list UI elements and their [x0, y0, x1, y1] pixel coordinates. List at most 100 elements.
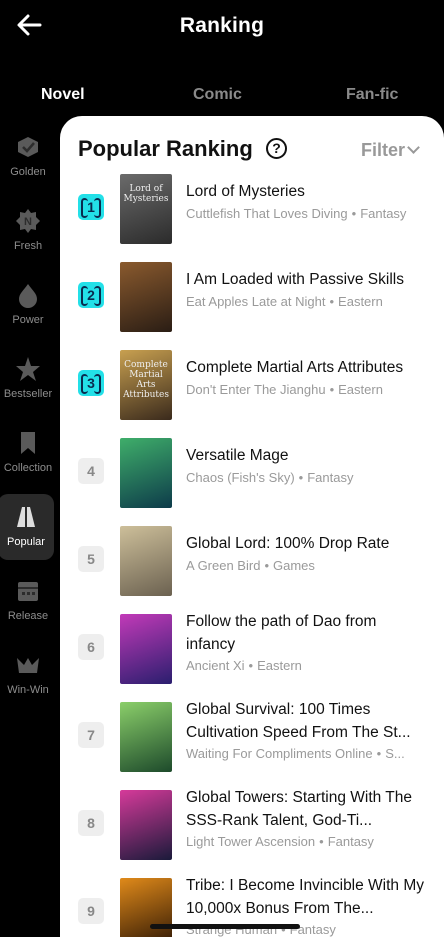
sidebar-item-release[interactable]: Release — [0, 568, 56, 634]
golden-icon — [18, 137, 38, 157]
rank-badge: 5 — [78, 546, 104, 572]
chevron-down-icon — [407, 141, 420, 154]
book-author: Cuttlefish That Loves Diving — [186, 206, 348, 221]
book-title[interactable]: Versatile Mage — [186, 444, 426, 467]
category-tabs: Novel Comic Fan-fic — [0, 86, 444, 108]
separator-dot: • — [248, 658, 254, 673]
ranking-panel: Popular Ranking ? Filter 1 Lord of Myster… — [60, 116, 444, 937]
book-author: Waiting For Compliments Online — [186, 746, 373, 761]
sidebar-item-fresh[interactable]: N Fresh — [0, 198, 56, 264]
sidebar-item-label: Bestseller — [3, 388, 53, 400]
sidebar-item-golden[interactable]: Golden — [0, 124, 56, 190]
book-cover[interactable]: Lord of Mysteries — [120, 174, 172, 244]
book-genre: Fantasy — [360, 206, 407, 221]
ranking-title: Popular Ranking — [78, 136, 253, 161]
book-meta: Waiting For Compliments Online • S... — [186, 746, 426, 761]
book-title[interactable]: Lord of Mysteries — [186, 180, 426, 203]
book-row[interactable]: 3 Complete Martial Arts Attributes Complet… — [60, 350, 444, 438]
book-title[interactable]: I Am Loaded with Passive Skills — [186, 268, 426, 291]
book-meta: Chaos (Fish's Sky) • Fantasy — [186, 470, 426, 485]
tab-fan-fic[interactable]: Fan-fic — [346, 86, 398, 104]
book-title[interactable]: Global Towers: Starting With The SSS-Ran… — [186, 786, 426, 832]
separator-dot: • — [264, 558, 269, 573]
separator-dot: • — [376, 746, 382, 761]
separator-dot: • — [319, 834, 324, 849]
book-cover[interactable]: Complete Martial Arts Attributes — [120, 350, 172, 420]
sidebar-item-win-win[interactable]: Win-Win — [0, 642, 56, 708]
book-genre: Eastern — [338, 382, 383, 397]
book-author: A Green Bird — [186, 558, 261, 573]
collection-icon — [21, 432, 35, 454]
rank-badge: 4 — [78, 458, 104, 484]
book-genre: Games — [273, 558, 315, 573]
book-title[interactable]: Global Lord: 100% Drop Rate — [186, 532, 426, 555]
book-author: Light Tower Ascension — [186, 834, 316, 849]
page-title: Ranking — [179, 14, 265, 37]
svg-text:N: N — [24, 216, 32, 228]
separator-dot: • — [298, 470, 304, 485]
book-cover[interactable] — [120, 790, 172, 860]
book-author: Don't Enter The Jianghu — [186, 382, 326, 397]
book-title[interactable]: Follow the path of Dao from infancy — [186, 610, 426, 656]
sidebar-item-label: Power — [12, 314, 44, 326]
book-meta: Ancient Xi • Eastern — [186, 658, 426, 673]
book-row[interactable]: 5 Global Lord: 100% Drop Rate A Green Bird… — [60, 526, 444, 614]
book-author: Chaos (Fish's Sky) — [186, 470, 295, 485]
book-title[interactable]: Complete Martial Arts Attributes — [186, 356, 426, 379]
bestseller-icon — [16, 357, 40, 381]
book-author: Ancient Xi — [186, 658, 245, 673]
sidebar-item-label: Golden — [10, 166, 46, 178]
separator-dot: • — [329, 294, 335, 309]
book-genre: Eastern — [257, 658, 302, 673]
sidebar-item-collection[interactable]: Collection — [0, 420, 56, 486]
sidebar-item-label: Win-Win — [7, 684, 49, 696]
book-genre: Fantasy — [307, 470, 354, 485]
book-row[interactable]: 1 Lord of Mysteries Lord of Mysteries Cuttl… — [60, 174, 444, 262]
release-icon — [18, 582, 38, 601]
filter-button[interactable]: Filter — [361, 140, 420, 161]
book-meta: Light Tower Ascension • Fantasy — [186, 834, 426, 849]
sidebar-item-power[interactable]: Power — [0, 272, 56, 338]
book-meta: Eat Apples Late at Night • Eastern — [186, 294, 426, 309]
sidebar-item-label: Fresh — [13, 240, 43, 252]
cover-title-art: Complete Martial Arts Attributes — [123, 360, 169, 400]
rank-badge-top: 3 — [78, 370, 104, 396]
sidebar-item-label: Collection — [3, 462, 53, 474]
book-title[interactable]: Tribe: I Become Invincible With My 10,00… — [186, 874, 426, 920]
popular-icon — [17, 507, 35, 527]
rank-badge: 9 — [78, 898, 104, 924]
book-title[interactable]: Global Survival: 100 Times Cultivation S… — [186, 698, 426, 744]
rank-badge: 8 — [78, 810, 104, 836]
book-meta: A Green Bird • Games — [186, 558, 426, 573]
book-row[interactable]: 7 Global Survival: 100 Times Cultivation … — [60, 701, 444, 790]
tab-comic[interactable]: Comic — [193, 86, 242, 104]
book-row[interactable]: 8 Global Towers: Starting With The SSS-Ra… — [60, 789, 444, 878]
book-author: Eat Apples Late at Night — [186, 294, 326, 309]
home-indicator — [150, 924, 300, 929]
book-genre: Eastern — [338, 294, 383, 309]
cover-title-art: Lord of Mysteries — [123, 184, 169, 204]
rank-badge: 7 — [78, 722, 104, 748]
tab-novel[interactable]: Novel — [41, 86, 85, 104]
rank-badge: 6 — [78, 634, 104, 660]
book-cover[interactable] — [120, 438, 172, 508]
book-cover[interactable] — [120, 262, 172, 332]
sidebar-item-label: Popular — [7, 536, 45, 548]
power-icon — [19, 284, 37, 308]
book-genre: S... — [385, 746, 405, 761]
book-row[interactable]: 4 Versatile Mage Chaos (Fish's Sky) • Fantas… — [60, 438, 444, 526]
book-row[interactable]: 6 Follow the path of Dao from infancy Anci… — [60, 613, 444, 702]
book-cover[interactable] — [120, 526, 172, 596]
sidebar-item-label: Release — [7, 610, 49, 622]
rank-badge-top: 2 — [78, 282, 104, 308]
sidebar-item-bestseller[interactable]: Bestseller — [0, 346, 56, 412]
sidebar-item-popular[interactable]: Popular — [0, 494, 54, 560]
book-row[interactable]: 2 I Am Loaded with Passive Skills Eat Appl… — [60, 262, 444, 350]
book-meta: Don't Enter The Jianghu • Eastern — [186, 382, 426, 397]
book-cover[interactable] — [120, 614, 172, 684]
fresh-icon: N — [16, 209, 40, 233]
top-bar: Ranking — [0, 0, 444, 56]
help-icon[interactable]: ? — [266, 138, 287, 159]
rank-badge-top: 1 — [78, 194, 104, 220]
book-cover[interactable] — [120, 702, 172, 772]
